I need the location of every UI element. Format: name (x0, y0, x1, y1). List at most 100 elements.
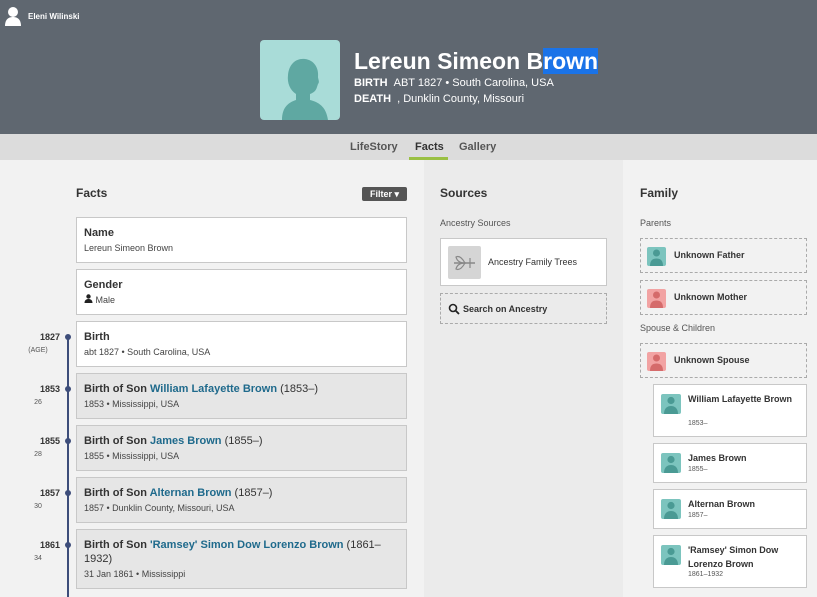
profile-header: Eleni Wilinski Lereun Simeon Brown BIRTH… (0, 0, 817, 134)
child-years: 1855– (688, 466, 708, 473)
child-years: 1853– (688, 420, 708, 427)
fact-card-child-birth[interactable]: Birth of Son William Lafayette Brown (18… (76, 373, 407, 419)
child-link[interactable]: Alternan Brown (150, 487, 232, 499)
event-year: 1861 (39, 540, 60, 550)
mother-name: Unknown Mother (674, 292, 747, 302)
death-value: , Dunklin County, Missouri (397, 93, 525, 105)
child-name: William Lafayette Brown (688, 394, 792, 404)
user-name[interactable]: Eleni Wilinski (28, 12, 80, 21)
fact-card-birth[interactable]: Birth abt 1827 • South Carolina, USA (76, 321, 407, 367)
timeline-dot (65, 386, 71, 392)
filter-label: Filter (369, 189, 392, 199)
birth-summary: BIRTH ABT 1827 • South Carolina, USA (354, 77, 554, 89)
fact-card-name[interactable]: Name Lereun Simeon Brown (76, 217, 407, 263)
tab-gallery[interactable]: Gallery (459, 141, 496, 153)
child-card[interactable]: 'Ramsey' Simon Dow Lorenzo Brown 1861–19… (653, 535, 807, 588)
search-icon (448, 302, 460, 320)
sources-title: Sources (440, 186, 488, 200)
family-tree-leaf-icon (448, 246, 481, 279)
tab-facts[interactable]: Facts (415, 141, 444, 153)
fact-detail: 1855 • Mississippi, USA (84, 451, 180, 461)
fact-prefix: Birth of Son (84, 435, 150, 447)
sources-column: Sources Ancestry Sources Ancestry Family… (424, 160, 623, 597)
timeline-dot (65, 438, 71, 444)
fact-prefix: Birth of Son (84, 383, 150, 395)
fact-title: Birth (84, 331, 110, 343)
male-person-icon (661, 394, 681, 414)
child-link[interactable]: James Brown (150, 435, 222, 447)
facts-title: Facts (76, 186, 108, 200)
father-card[interactable]: Unknown Father (640, 238, 807, 273)
child-card[interactable]: James Brown 1855– (653, 443, 807, 483)
death-label: DEATH (354, 93, 392, 105)
child-name: Alternan Brown (688, 499, 756, 509)
timeline-line (67, 336, 69, 597)
fact-prefix: Birth of Son (84, 487, 150, 499)
fact-detail: 1853 • Mississippi, USA (84, 399, 180, 409)
fact-card-child-birth[interactable]: Birth of Son Alternan Brown (1857–) 1857… (76, 477, 407, 523)
user-avatar-icon[interactable] (4, 6, 22, 26)
fact-card-child-birth[interactable]: Birth of Son James Brown (1855–) 1855 • … (76, 425, 407, 471)
male-person-icon (661, 499, 681, 519)
event-age: 28 (34, 451, 42, 458)
user-menu[interactable]: Eleni Wilinski (4, 6, 80, 26)
spouse-children-label: Spouse & Children (640, 323, 716, 333)
child-card[interactable]: Alternan Brown 1857– (653, 489, 807, 529)
birth-label: BIRTH (354, 77, 388, 89)
source-name: Ancestry Family Trees (488, 257, 578, 267)
fact-card-child-birth[interactable]: Birth of Son 'Ramsey' Simon Dow Lorenzo … (76, 529, 407, 589)
child-name: 'Ramsey' Simon Dow Lorenzo Brown (688, 545, 779, 569)
person-name-main: Lereun Simeon B (354, 48, 544, 74)
chevron-down-icon: ▾ (394, 189, 400, 199)
timeline-dot (65, 334, 71, 340)
child-link[interactable]: William Lafayette Brown (150, 383, 277, 395)
death-summary: DEATH , Dunklin County, Missouri (354, 93, 524, 105)
fact-title: Birth of Son 'Ramsey' Simon Dow Lorenzo … (84, 538, 399, 566)
family-title: Family (640, 186, 679, 200)
female-person-icon (647, 352, 666, 371)
fact-detail: Lereun Simeon Brown (84, 243, 174, 253)
person-name-selected: rown (543, 48, 599, 74)
fact-title: Birth of Son William Lafayette Brown (18… (84, 382, 399, 396)
child-link[interactable]: 'Ramsey' Simon Dow Lorenzo Brown (150, 539, 343, 551)
profile-portrait-icon[interactable] (260, 40, 340, 120)
fact-detail: Male (84, 294, 399, 306)
event-age: 30 (34, 503, 42, 510)
source-card[interactable]: Ancestry Family Trees (440, 238, 607, 286)
gender-value: Male (95, 295, 116, 305)
filter-button[interactable]: Filter ▾ (362, 187, 407, 201)
search-ancestry-button[interactable]: Search on Ancestry (440, 293, 607, 324)
spouse-name: Unknown Spouse (674, 355, 750, 365)
fact-card-gender[interactable]: Gender Male (76, 269, 407, 315)
family-column: Family Parents Unknown Father Unknown Mo… (623, 160, 817, 597)
event-age: (AGE) (28, 347, 48, 354)
fact-years: (1855–) (221, 435, 263, 447)
child-years: 1861–1932 (688, 571, 724, 578)
mother-card[interactable]: Unknown Mother (640, 280, 807, 315)
child-name: James Brown (688, 453, 747, 463)
fact-title: Birth of Son James Brown (1855–) (84, 434, 399, 448)
timeline-dot (65, 490, 71, 496)
fact-years: (1853–) (277, 383, 319, 395)
event-year: 1855 (39, 436, 60, 446)
tab-lifestory[interactable]: LifeStory (350, 141, 398, 153)
event-year: 1853 (39, 384, 60, 394)
fact-prefix: Birth of Son (84, 539, 150, 551)
female-person-icon (647, 289, 666, 308)
fact-title: Name (84, 227, 114, 239)
fact-detail: abt 1827 • South Carolina, USA (84, 347, 211, 357)
search-ancestry-label: Search on Ancestry (463, 304, 548, 314)
timeline-dot (65, 542, 71, 548)
male-person-icon (661, 545, 681, 565)
person-icon (84, 294, 93, 305)
fact-years: (1857–) (231, 487, 273, 499)
male-person-icon (661, 453, 681, 473)
child-card[interactable]: William Lafayette Brown 1853– (653, 384, 807, 437)
fact-title: Gender (84, 279, 123, 291)
person-name: Lereun Simeon Brown (354, 48, 599, 75)
spouse-card[interactable]: Unknown Spouse (640, 343, 807, 378)
ancestry-sources-label: Ancestry Sources (440, 218, 511, 228)
birth-value: ABT 1827 • South Carolina, USA (393, 77, 554, 89)
facts-column: Facts Filter ▾ Name Lereun Simeon Brown … (0, 160, 424, 597)
event-year: 1827 (39, 332, 60, 342)
